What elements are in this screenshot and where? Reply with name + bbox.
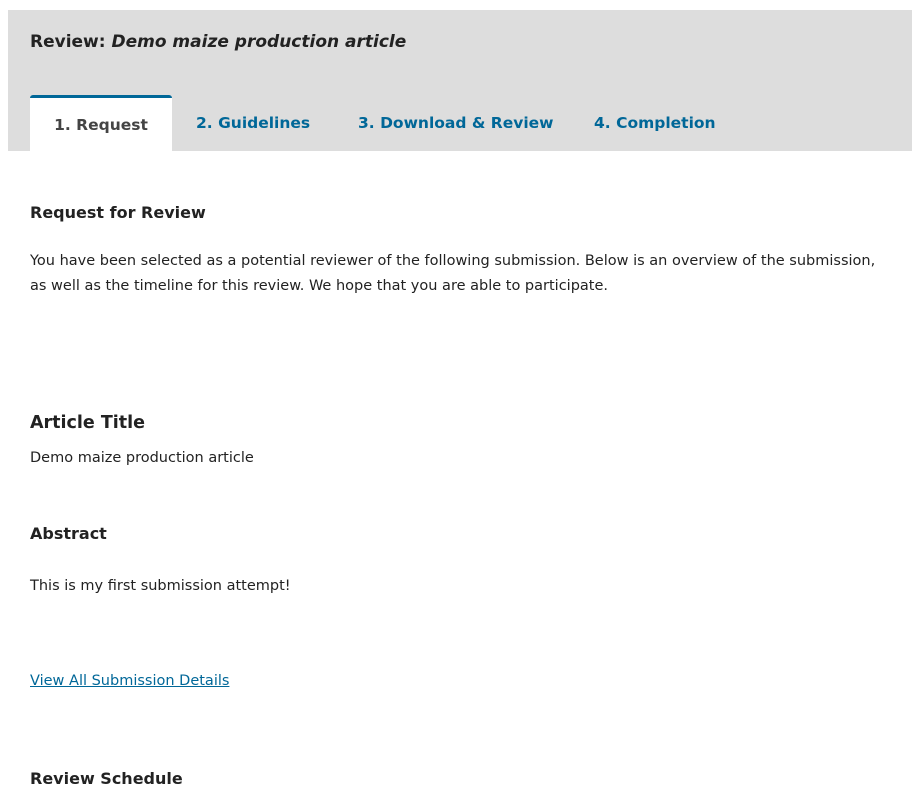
article-title-label: Article Title [30, 413, 146, 433]
tab-request[interactable]: 1. Request [30, 95, 172, 151]
request-heading: Request for Review [30, 203, 206, 222]
request-intro: You have been selected as a potential re… [30, 253, 876, 294]
tab-completion[interactable]: 4. Completion [594, 95, 754, 151]
view-submission-details-link[interactable]: View All Submission Details [30, 673, 229, 689]
review-schedule-heading: Review Schedule [30, 769, 183, 788]
article-title-value: Demo maize production article [30, 450, 254, 466]
review-header: Review: Demo maize production article 1.… [8, 10, 912, 151]
page-title-submission: Demo maize production article [111, 32, 407, 52]
abstract-label: Abstract [30, 524, 107, 543]
tab-download-review[interactable]: 3. Download & Review [358, 95, 594, 151]
page-title: Review: Demo maize production article [30, 32, 406, 52]
tab-guidelines[interactable]: 2. Guidelines [172, 95, 358, 151]
page-title-prefix: Review: [30, 32, 112, 52]
abstract-value: This is my first submission attempt! [30, 578, 291, 594]
review-steps-tabs: 1. Request 2. Guidelines 3. Download & R… [30, 95, 754, 151]
